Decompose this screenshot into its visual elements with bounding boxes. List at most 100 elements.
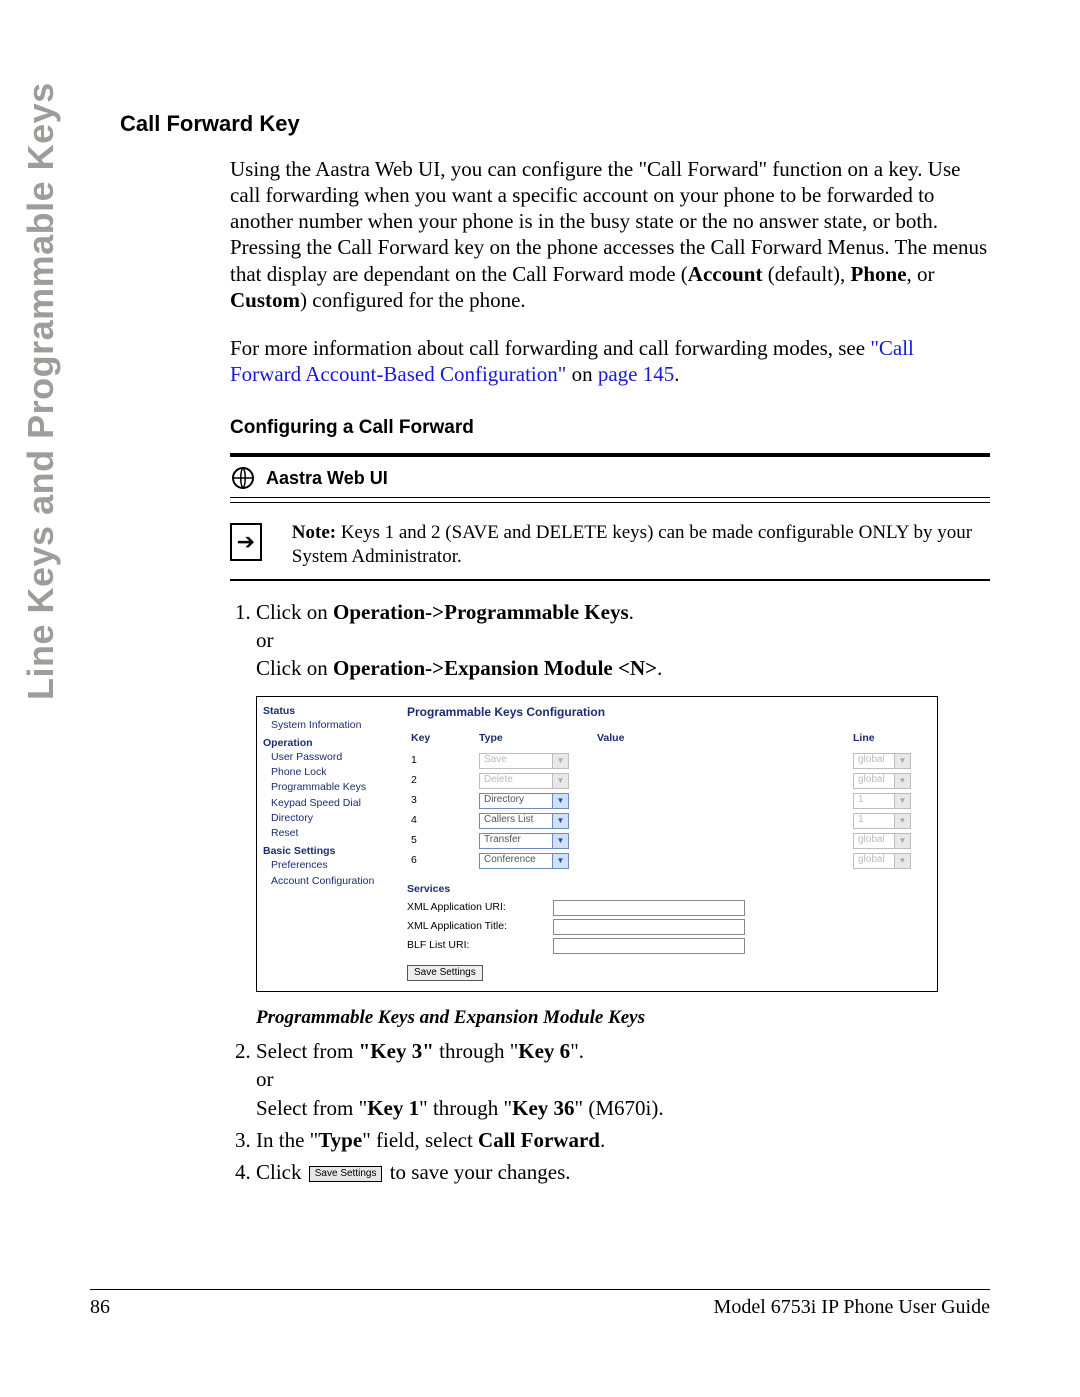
type-select-5[interactable]: Transfer ▼ <box>479 833 569 849</box>
sidebar-item-account-config[interactable]: Account Configuration <box>271 874 391 889</box>
chevron-down-icon: ▼ <box>552 754 568 768</box>
sidebar-item-preferences[interactable]: Preferences <box>271 858 391 873</box>
sidebar-basic-header[interactable]: Basic Settings <box>263 845 391 858</box>
step2-text-j: " (M670i). <box>575 1096 664 1120</box>
type-select-4[interactable]: Callers List ▼ <box>479 813 569 829</box>
table-row: 2 Delete▼ global▼ <box>407 771 927 791</box>
steps-list: Click on Operation->Programmable Keys. o… <box>230 599 990 682</box>
cell-key-4: 4 <box>407 811 475 831</box>
step1-bold-2: Operation->Expansion Module <N> <box>333 656 657 680</box>
divider-rule-thick <box>230 579 990 581</box>
xml-title-input[interactable] <box>553 919 745 935</box>
webui-sidebar: Status System Information Operation User… <box>257 697 397 992</box>
table-row: 1 Save▼ global▼ <box>407 751 927 771</box>
step3-bold-callforward: Call Forward <box>478 1128 600 1152</box>
chevron-down-icon: ▼ <box>552 834 568 848</box>
inline-save-settings-button[interactable]: Save Settings <box>309 1166 383 1183</box>
note-arrow-icon: ➔ <box>230 523 262 561</box>
line-select-2: global▼ <box>853 773 911 789</box>
line-select-5-value: global <box>858 834 885 847</box>
chevron-down-icon: ▼ <box>552 814 568 828</box>
line-select-3: 1▼ <box>853 793 911 809</box>
blf-input[interactable] <box>553 938 745 954</box>
note-text: Note: Keys 1 and 2 (SAVE and DELETE keys… <box>292 521 990 569</box>
sidebar-item-keypad-speed-dial[interactable]: Keypad Speed Dial <box>271 796 391 811</box>
step1-bold: Operation->Programmable Keys <box>333 600 629 624</box>
chevron-down-icon: ▼ <box>894 814 910 828</box>
sidebar-item-sysinfo[interactable]: System Information <box>271 718 391 733</box>
keys-table: Key Type Value Line 1 Save▼ global▼ 2 De… <box>407 730 927 871</box>
sidebar-operation-header[interactable]: Operation <box>263 737 391 750</box>
note-block: ➔ Note: Keys 1 and 2 (SAVE and DELETE ke… <box>230 521 990 569</box>
chevron-down-icon: ▼ <box>894 794 910 808</box>
p2-text-c: . <box>674 362 679 386</box>
cell-key-5: 5 <box>407 831 475 851</box>
table-row: 6 Conference▼ global▼ <box>407 851 927 871</box>
col-header-key: Key <box>407 730 475 751</box>
table-row: 3 Directory▼ 1▼ <box>407 791 927 811</box>
p1-bold-phone: Phone <box>851 262 907 286</box>
type-select-5-value: Transfer <box>484 834 521 847</box>
p1-text-e: , or <box>907 262 935 286</box>
webui-header-bar: Aastra Web UI <box>230 453 990 498</box>
line-select-4: 1▼ <box>853 813 911 829</box>
step2-text-e: ". <box>570 1039 584 1063</box>
chevron-down-icon: ▼ <box>894 854 910 868</box>
blf-row: BLF List URI: <box>407 938 927 954</box>
step2-bold-key3: "Key 3" <box>359 1039 434 1063</box>
line-select-3-value: 1 <box>858 794 864 807</box>
xml-uri-label: XML Application URI: <box>407 901 547 914</box>
note-prefix: Note: <box>292 522 336 543</box>
sidebar-item-user-password[interactable]: User Password <box>271 750 391 765</box>
type-select-2-value: Delete <box>484 774 513 787</box>
step2-text-c: through " <box>434 1039 518 1063</box>
step2-text-h: " through " <box>419 1096 512 1120</box>
step3-text-e: . <box>600 1128 605 1152</box>
type-select-3[interactable]: Directory▼ <box>479 793 569 809</box>
xml-title-label: XML Application Title: <box>407 920 547 933</box>
page-footer: 86 Model 6753i IP Phone User Guide <box>0 1289 1080 1319</box>
p1-text-c: (default), <box>762 262 850 286</box>
webui-label: Aastra Web UI <box>266 467 388 490</box>
step4-text-b: to save your changes. <box>384 1160 570 1184</box>
figure-caption: Programmable Keys and Expansion Module K… <box>256 1006 990 1030</box>
line-select-1: global▼ <box>853 753 911 769</box>
webui-main-panel: Programmable Keys Configuration Key Type… <box>397 697 937 992</box>
cell-key-1: 1 <box>407 751 475 771</box>
type-select-4-value: Callers List <box>484 814 533 827</box>
blf-label: BLF List URI: <box>407 939 547 952</box>
step1-line2: Click on Operation->Expansion Module <N>… <box>256 655 990 681</box>
webui-screenshot: Status System Information Operation User… <box>256 696 938 993</box>
sidebar-item-programmable-keys[interactable]: Programmable Keys <box>271 780 391 795</box>
xml-uri-input[interactable] <box>553 900 745 916</box>
type-select-3-value: Directory <box>484 794 524 807</box>
globe-icon <box>230 465 256 491</box>
chevron-down-icon: ▼ <box>894 774 910 788</box>
note-body: Keys 1 and 2 (SAVE and DELETE keys) can … <box>292 522 972 567</box>
save-settings-button[interactable]: Save Settings <box>407 965 483 982</box>
table-row: 4 Callers List ▼ 1▼ <box>407 811 927 831</box>
step2-text-f: Select from " <box>256 1096 367 1120</box>
step2-bold-key1: Key 1 <box>367 1096 419 1120</box>
panel-title: Programmable Keys Configuration <box>407 705 927 720</box>
step4-text-a: Click <box>256 1160 307 1184</box>
intro-paragraph-1: Using the Aastra Web UI, you can configu… <box>230 156 990 314</box>
doc-title: Model 6753i IP Phone User Guide <box>714 1296 990 1319</box>
step2-text-a: Select from <box>256 1039 359 1063</box>
footer-rule <box>90 1289 990 1290</box>
type-select-2: Delete ▼ <box>479 773 569 789</box>
sidebar-status-header[interactable]: Status <box>263 705 391 718</box>
link-page-145[interactable]: page 145 <box>598 362 674 386</box>
services-label: Services <box>407 883 927 896</box>
step2-line2: Select from "Key 1" through "Key 36" (M6… <box>256 1095 990 1121</box>
chevron-down-icon: ▼ <box>552 774 568 788</box>
type-select-6[interactable]: Conference▼ <box>479 853 569 869</box>
chevron-down-icon: ▼ <box>552 854 568 868</box>
cell-key-3: 3 <box>407 791 475 811</box>
sidebar-item-directory[interactable]: Directory <box>271 811 391 826</box>
divider-rule <box>230 502 990 503</box>
sidebar-item-phone-lock[interactable]: Phone Lock <box>271 765 391 780</box>
subsection-heading: Configuring a Call Forward <box>230 416 990 440</box>
section-heading: Call Forward Key <box>120 110 990 138</box>
sidebar-item-reset[interactable]: Reset <box>271 826 391 841</box>
